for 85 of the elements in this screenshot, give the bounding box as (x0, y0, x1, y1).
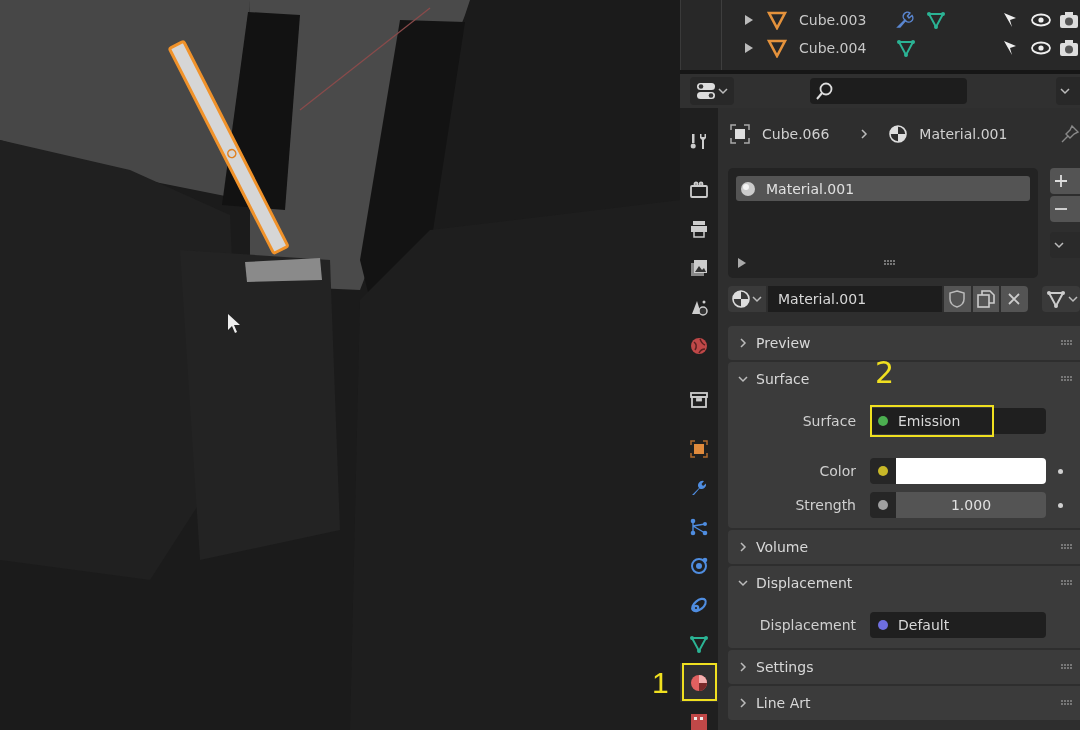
field-label: Displacement (758, 617, 856, 633)
checker-icon (689, 711, 709, 730)
socket-button[interactable] (870, 492, 896, 518)
dropdown-button[interactable] (1056, 77, 1080, 105)
cursor-icon (1003, 40, 1017, 56)
image-stack-icon (689, 257, 709, 278)
step-number: 2 (875, 358, 895, 388)
chevron-down-icon (752, 294, 762, 304)
copy-icon (976, 290, 995, 308)
unlink-button[interactable] (1001, 286, 1028, 312)
strength-field[interactable]: 1.000 (896, 492, 1046, 518)
plus-icon (1054, 174, 1068, 188)
step-number: 1 (652, 668, 669, 698)
chevron-down-icon (1060, 86, 1070, 96)
particles-icon (689, 516, 709, 537)
object-name: Cube.066 (762, 126, 830, 142)
browse-material-button[interactable] (728, 286, 766, 312)
mesh-icon (1045, 289, 1066, 309)
field-label: Strength (794, 497, 856, 513)
camera-icon (689, 179, 709, 200)
drag-handle-icon (1061, 376, 1073, 382)
box-icon (689, 389, 709, 410)
square-icon (689, 438, 709, 459)
search-field[interactable] (810, 78, 967, 104)
keyframe-dot[interactable] (1058, 468, 1063, 474)
object-icon (730, 124, 750, 144)
material-name: Material.001 (919, 126, 1008, 142)
color-swatch[interactable] (896, 458, 1046, 484)
camera-icon (1059, 39, 1079, 57)
sphere-icon (740, 180, 756, 197)
chevron-down-icon (1054, 240, 1064, 250)
panel-title[interactable]: Volume (756, 539, 809, 555)
object-name[interactable]: Cube.003 (799, 12, 867, 28)
drag-handle-icon (1061, 664, 1073, 670)
expand-arrow-icon (738, 258, 746, 268)
cursor-icon (1003, 12, 1017, 28)
remove-slot-button[interactable] (1050, 196, 1080, 222)
material-sphere-icon (732, 290, 750, 308)
drag-handle-icon (884, 260, 896, 266)
add-slot-button[interactable] (1050, 168, 1080, 194)
toggle-icon (696, 81, 716, 101)
shader-dropdown[interactable]: Default (870, 612, 1046, 638)
shader-dropdown[interactable]: Emission (870, 408, 1046, 434)
fake-user-button[interactable] (944, 286, 971, 312)
drag-handle-icon (1061, 700, 1073, 706)
chevron-right-icon (859, 129, 870, 139)
panel-title[interactable]: Displacement (756, 575, 853, 591)
link-type-button[interactable] (1041, 286, 1080, 312)
drag-handle-icon (1061, 580, 1073, 586)
eye-icon (1031, 13, 1051, 27)
drag-handle-icon (1061, 544, 1073, 550)
orbit-icon (689, 555, 709, 576)
printer-icon (689, 218, 709, 239)
search-icon (816, 82, 834, 100)
drag-handle-icon (1061, 340, 1073, 346)
field-label: Surface (801, 413, 856, 429)
material-sphere-icon (689, 672, 709, 693)
keyframe-dot[interactable] (1058, 502, 1063, 508)
camera-icon (1059, 11, 1079, 29)
globe-icon (689, 335, 709, 356)
panel-title[interactable]: Surface (756, 371, 810, 387)
material-slot[interactable]: Material.001 (736, 176, 1030, 201)
chevron-down-icon (718, 86, 728, 96)
chevron-down-icon (1067, 294, 1078, 304)
expand-arrow-icon (745, 15, 753, 25)
panel-title[interactable]: Preview (756, 335, 811, 351)
cone-icon (767, 10, 787, 30)
expand-arrow-icon (745, 43, 753, 53)
mesh-icon (689, 633, 709, 654)
pin-icon (1060, 124, 1080, 144)
panel-title[interactable]: Line Art (756, 695, 811, 711)
slot-menu-button[interactable] (1050, 232, 1080, 258)
editor-type-button[interactable] (690, 77, 734, 105)
highlight-frame (682, 663, 717, 701)
material-sphere-icon (889, 125, 908, 143)
field-label: Color (818, 463, 856, 479)
panel-title[interactable]: Settings (756, 659, 814, 675)
cone-icon (767, 38, 787, 58)
shield-icon (949, 290, 966, 308)
eye-icon (1031, 41, 1051, 55)
material-name-field[interactable]: Material.001 (768, 286, 942, 312)
duplicate-button[interactable] (972, 286, 1000, 312)
object-name[interactable]: Cube.004 (799, 40, 867, 56)
socket-button[interactable] (870, 458, 896, 484)
close-icon (1008, 293, 1021, 305)
